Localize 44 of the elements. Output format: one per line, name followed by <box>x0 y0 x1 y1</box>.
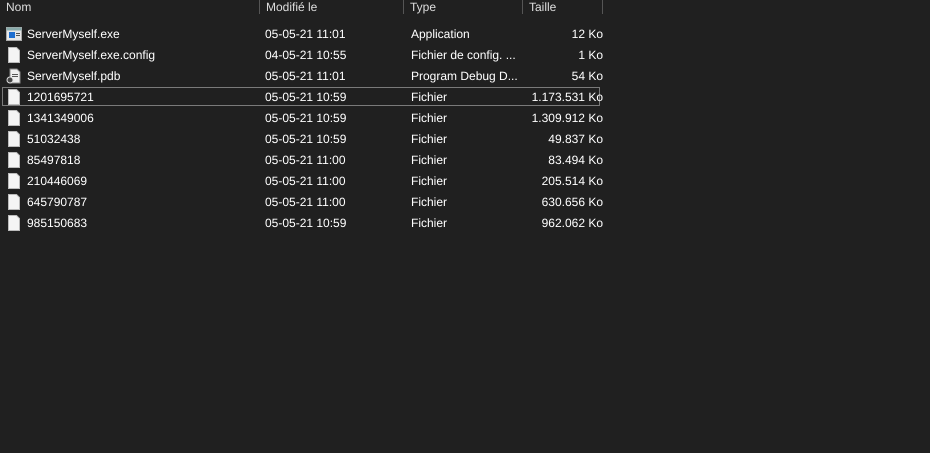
modified-date: 04-05-21 10:55 <box>264 48 348 62</box>
modified-date: 05-05-21 10:59 <box>264 110 348 124</box>
file-type: Program Debug D... <box>410 68 519 82</box>
file-type: Application <box>410 26 471 40</box>
file-row[interactable]: 1201695721 05-05-21 10:59 Fichier 1.173.531 Ko <box>2 87 600 106</box>
file-icon <box>6 194 22 210</box>
column-header[interactable]: Modifié le <box>260 0 404 14</box>
file-icon <box>6 88 22 104</box>
file-icon <box>6 130 22 146</box>
file-type: Fichier <box>410 216 448 230</box>
modified-date: 05-05-21 10:59 <box>264 132 348 146</box>
modified-date: 05-05-21 11:00 <box>264 194 347 208</box>
modified-date: 05-05-21 10:59 <box>264 90 348 104</box>
file-icon <box>6 214 22 230</box>
file-name: 210446069 <box>27 174 88 188</box>
file-icon <box>6 152 22 168</box>
file-icon <box>6 46 22 62</box>
modified-date: 05-05-21 10:59 <box>264 216 348 230</box>
file-name: 645790787 <box>27 194 88 208</box>
file-name: 1201695721 <box>27 90 94 104</box>
file-type: Fichier de config. ... <box>410 48 517 62</box>
modified-date: 05-05-21 11:00 <box>264 174 347 188</box>
column-header[interactable]: Nom <box>0 0 260 14</box>
column-header[interactable]: Type <box>404 0 523 14</box>
file-name: 85497818 <box>27 152 80 166</box>
file-type: Fichier <box>410 194 448 208</box>
column-header[interactable]: Taille <box>523 0 603 14</box>
file-type: Fichier <box>410 132 448 146</box>
file-name: 51032438 <box>27 132 80 146</box>
file-name: 1341349006 <box>27 110 94 124</box>
file-icon <box>6 110 22 126</box>
file-icon <box>6 172 22 188</box>
file-name: ServerMyself.exe <box>27 26 120 40</box>
file-name: 985150683 <box>27 216 88 230</box>
file-type: Fichier <box>410 110 448 124</box>
file-type: Fichier <box>410 174 448 188</box>
file-name: ServerMyself.exe.config <box>27 48 156 62</box>
file-type: Fichier <box>410 90 448 104</box>
modified-date: 05-05-21 11:01 <box>264 68 347 82</box>
modified-date: 05-05-21 11:00 <box>264 152 347 166</box>
application-icon <box>6 26 22 40</box>
file-name: ServerMyself.pdb <box>27 68 120 82</box>
modified-date: 05-05-21 11:01 <box>264 26 347 40</box>
file-type: Fichier <box>410 152 448 166</box>
